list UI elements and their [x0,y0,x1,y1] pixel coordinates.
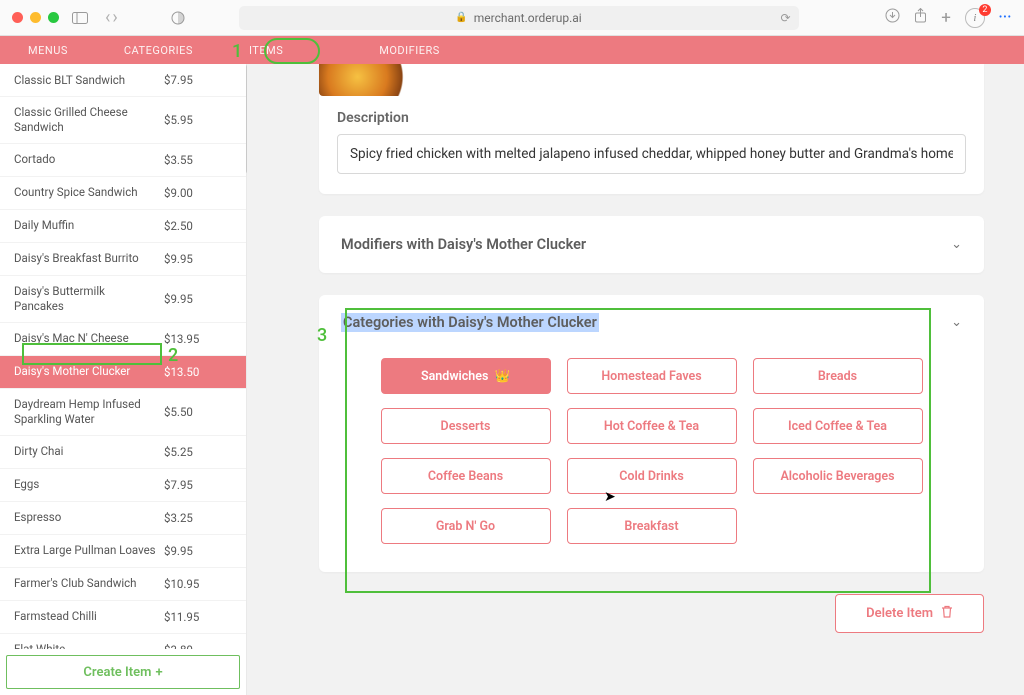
category-breakfast[interactable]: Breakfast [567,508,737,544]
tab-menus[interactable]: MENUS [0,36,96,64]
list-item[interactable]: Country Spice Sandwich$9.00 [0,177,246,210]
tab-items[interactable]: ITEMS [221,36,311,64]
list-item[interactable]: Daisy's Mac N' Cheese$13.95 [0,323,246,356]
list-item[interactable]: Cortado$3.55 [0,144,246,177]
list-item[interactable]: Classic Grilled Cheese Sandwich$5.95 [0,97,246,144]
shield-icon[interactable] [165,7,191,29]
chevron-down-icon: ⌄ [951,237,962,252]
list-item[interactable]: Daisy's Buttermilk Pancakes$9.95 [0,276,246,323]
list-item[interactable]: Daydream Hemp Infused Sparkling Water$5.… [0,389,246,436]
list-item[interactable]: Farmstead Chilli$11.95 [0,601,246,634]
window-controls [12,12,59,23]
more-icon[interactable]: ••• [999,12,1012,23]
new-tab-icon[interactable]: + [941,8,951,28]
list-item[interactable]: Daily Muffin$2.50 [0,210,246,243]
list-item[interactable]: Espresso$3.25 [0,502,246,535]
categories-title: Categories with Daisy's Mother Clucker [341,313,599,332]
category-grab-n-go[interactable]: Grab N' Go [381,508,551,544]
nav-arrows: ‹ › [105,9,118,27]
list-item[interactable]: Flat White$3.80 [0,634,246,649]
browser-toolbar: ‹ › 🔒 merchant.orderup.ai ⟳ + i ••• [0,0,1024,36]
tab-categories[interactable]: CATEGORIES [96,36,221,64]
item-sidebar: Classic BLT Sandwich$7.95 Classic Grille… [0,64,247,695]
forward-button[interactable]: › [112,9,117,27]
extensions-icon[interactable]: i [965,8,985,28]
main-content: Description Modifiers with Daisy's Mothe… [247,64,1024,695]
description-panel: Description [319,64,984,194]
list-item[interactable]: Farmer's Club Sandwich$10.95 [0,568,246,601]
category-breads[interactable]: Breads [753,358,923,394]
modifiers-title: Modifiers with Daisy's Mother Clucker [341,236,586,253]
item-image[interactable] [319,64,429,96]
maximize-window[interactable] [48,12,59,23]
category-coffee-beans[interactable]: Coffee Beans [381,458,551,494]
download-icon[interactable] [885,8,900,27]
list-item-selected[interactable]: Daisy's Mother Clucker$13.50 [0,356,246,389]
category-homestead-faves[interactable]: Homestead Faves [567,358,737,394]
list-item[interactable]: Daisy's Breakfast Burrito$9.95 [0,243,246,276]
category-grid: Sandwiches👑 Homestead Faves Breads Desse… [341,358,962,544]
top-nav: MENUS CATEGORIES ITEMS MODIFIERS [0,36,1024,64]
plus-icon: + [155,665,162,680]
crown-icon: 👑 [494,369,510,384]
description-input[interactable] [337,134,966,174]
list-item[interactable]: Classic BLT Sandwich$7.95 [0,64,246,97]
chevron-down-icon[interactable]: ⌄ [951,315,962,330]
category-cold-drinks[interactable]: Cold Drinks [567,458,737,494]
category-desserts[interactable]: Desserts [381,408,551,444]
close-window[interactable] [12,12,23,23]
create-item-button[interactable]: Create Item+ [6,655,240,689]
delete-item-button[interactable]: Delete Item [835,594,984,633]
lock-icon: 🔒 [455,12,467,23]
item-list: Classic BLT Sandwich$7.95 Classic Grille… [0,64,246,649]
share-icon[interactable] [914,8,927,27]
list-item[interactable]: Eggs$7.95 [0,469,246,502]
address-bar[interactable]: 🔒 merchant.orderup.ai ⟳ [239,6,799,30]
list-item[interactable]: Dirty Chai$5.25 [0,436,246,469]
url-text: merchant.orderup.ai [474,11,582,25]
category-sandwiches[interactable]: Sandwiches👑 [381,358,551,394]
trash-icon [941,605,953,622]
list-item[interactable]: Extra Large Pullman Loaves$9.95 [0,535,246,568]
category-alcoholic-beverages[interactable]: Alcoholic Beverages [753,458,923,494]
back-button[interactable]: ‹ [105,9,110,27]
modifiers-panel[interactable]: Modifiers with Daisy's Mother Clucker ⌄ [319,216,984,273]
category-hot-coffee-tea[interactable]: Hot Coffee & Tea [567,408,737,444]
sidebar-toggle-icon[interactable] [67,7,93,29]
reload-icon[interactable]: ⟳ [780,11,790,25]
minimize-window[interactable] [30,12,41,23]
description-label: Description [337,110,966,126]
tab-modifiers[interactable]: MODIFIERS [351,36,468,64]
category-iced-coffee-tea[interactable]: Iced Coffee & Tea [753,408,923,444]
categories-panel: Categories with Daisy's Mother Clucker ⌄… [319,295,984,572]
